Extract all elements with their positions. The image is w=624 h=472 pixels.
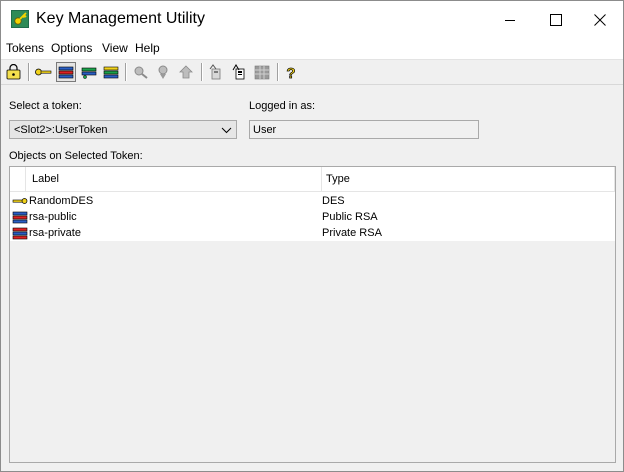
logged-in-label: Logged in as: (249, 100, 316, 112)
row-type: Private RSA (322, 227, 382, 239)
token-up-icon (209, 64, 221, 80)
chevron-down-icon (221, 127, 232, 134)
toolbar: ? (1, 60, 623, 85)
column-divider (614, 167, 615, 191)
toolbar-separator (125, 63, 127, 81)
title-bar: Key Management Utility (1, 1, 623, 39)
token-info-icon (232, 64, 245, 80)
table-row[interactable]: RandomDES DES (10, 193, 615, 209)
list-header: Label Type (10, 167, 615, 192)
column-divider (321, 167, 322, 191)
row-label: RandomDES (29, 195, 94, 207)
minimize-button[interactable] (487, 1, 533, 39)
menu-options[interactable]: Options (51, 41, 92, 55)
key-green-icon (81, 67, 97, 79)
close-button[interactable] (577, 1, 623, 39)
help-button[interactable]: ? (281, 62, 301, 82)
app-key-icon (11, 10, 29, 28)
key-pair-button[interactable] (56, 62, 76, 82)
list-body: RandomDES DES rsa-public Public RSA rsa-… (10, 192, 615, 241)
export-button[interactable] (177, 62, 197, 82)
import-button[interactable] (154, 62, 174, 82)
token-select[interactable]: <Slot2>:UserToken (9, 120, 237, 139)
table-row[interactable]: rsa-public Public RSA (10, 209, 615, 225)
login-button[interactable] (4, 62, 24, 82)
row-type: Public RSA (322, 211, 378, 223)
column-divider (25, 167, 26, 191)
green-key-button[interactable] (79, 62, 99, 82)
toolbar-separator (28, 63, 30, 81)
token-up-button[interactable] (207, 62, 227, 82)
key-yellow-icon (35, 68, 52, 76)
column-header-label[interactable]: Label (32, 173, 59, 185)
row-type: DES (322, 195, 345, 207)
menu-view[interactable]: View (102, 41, 128, 55)
private-key-icon (12, 227, 28, 240)
row-label: rsa-private (29, 227, 81, 239)
row-label: rsa-public (29, 211, 77, 223)
toolbar-separator (201, 63, 203, 81)
secret-key-icon (12, 198, 28, 204)
close-icon (594, 14, 606, 26)
key-yellow-green-icon (103, 66, 119, 79)
menu-bar: Tokens Options View Help (1, 39, 623, 60)
token-select-value: <Slot2>:UserToken (14, 124, 108, 136)
column-header-type[interactable]: Type (326, 173, 350, 185)
find-button[interactable] (131, 62, 151, 82)
token-grid-icon (254, 65, 270, 80)
select-token-label: Select a token: (9, 100, 82, 112)
key-blue-red-icon (58, 66, 74, 79)
menu-help[interactable]: Help (135, 41, 160, 55)
toolbar-separator (277, 63, 279, 81)
objects-label: Objects on Selected Token: (9, 150, 143, 162)
table-row[interactable]: rsa-private Private RSA (10, 225, 615, 241)
export-icon (179, 65, 193, 79)
help-icon: ? (286, 65, 296, 80)
yellow-green-key-button[interactable] (101, 62, 121, 82)
menu-tokens[interactable]: Tokens (6, 41, 44, 55)
login-icon (6, 64, 21, 80)
objects-list[interactable]: Label Type RandomDES DES rsa-public Publ… (9, 166, 616, 463)
import-icon (158, 65, 168, 79)
main-window: Key Management Utility Tokens Options Vi… (0, 0, 624, 472)
window-title: Key Management Utility (36, 10, 205, 27)
svg-text:?: ? (286, 65, 295, 80)
secret-key-button[interactable] (33, 62, 53, 82)
maximize-icon (550, 14, 562, 26)
logged-in-field: User (249, 120, 479, 139)
token-info-button[interactable] (230, 62, 250, 82)
logged-in-value: User (253, 124, 277, 136)
minimize-icon (505, 20, 515, 21)
token-grid-button[interactable] (252, 62, 272, 82)
public-key-icon (12, 211, 28, 224)
find-icon (134, 66, 148, 79)
maximize-button[interactable] (533, 1, 579, 39)
